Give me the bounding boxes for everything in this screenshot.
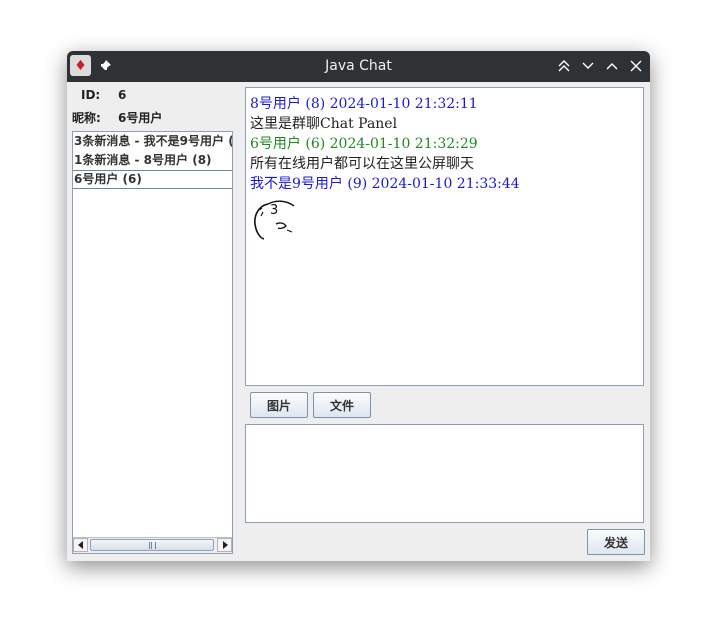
double-chevron-up-icon <box>558 60 570 72</box>
conversation-item-user-8[interactable]: 1条新消息 - 8号用户 (8) <box>73 151 232 170</box>
grip-icon <box>148 541 156 549</box>
message-header: 6号用户 (6) 2024-01-10 21:32:29 <box>250 136 478 152</box>
horizontal-scrollbar[interactable] <box>73 537 232 553</box>
message-header: 我不是9号用户 (9) 2024-01-10 21:33:44 <box>250 176 520 192</box>
conversation-list[interactable]: 3条新消息 - 我不是9号用户 (9) 1条新消息 - 8号用户 (8) 6号用… <box>72 131 233 554</box>
id-label: ID: <box>81 88 101 102</box>
conversation-item-group-9[interactable]: 3条新消息 - 我不是9号用户 (9) <box>73 132 232 151</box>
send-image-button[interactable]: 图片 <box>250 392 308 418</box>
title-bar[interactable]: ♦ Java Chat <box>67 51 650 82</box>
close-icon <box>630 60 642 72</box>
message-body: 这里是群聊Chat Panel <box>250 116 398 132</box>
scroll-left-button[interactable] <box>73 538 88 552</box>
nickname-value: 6号用户 <box>118 111 163 125</box>
maximize-button[interactable] <box>605 59 619 73</box>
chat-window: ♦ Java Chat ID: 6 昵称: 6号用户 3条新消息 - 我不是9号… <box>67 51 650 561</box>
conversation-item-user-6[interactable]: 6号用户 (6) <box>73 170 232 189</box>
svg-text:3: 3 <box>270 203 278 218</box>
sticker-image: 3 <box>250 192 298 240</box>
chevron-down-icon <box>582 62 594 69</box>
send-button[interactable]: 发送 <box>587 529 645 555</box>
message-body: 所有在线用户都可以在这里公屏聊天 <box>250 156 474 172</box>
id-value: 6 <box>118 88 127 102</box>
arrow-right-icon <box>222 541 228 549</box>
chevron-up-icon <box>606 63 618 70</box>
nickname-label: 昵称: <box>72 111 101 125</box>
arrow-left-icon <box>77 541 83 549</box>
scroll-right-button[interactable] <box>217 538 232 552</box>
close-button[interactable] <box>629 59 643 73</box>
message-header: 8号用户 (8) 2024-01-10 21:32:11 <box>250 96 478 112</box>
scrollbar-thumb[interactable] <box>90 539 214 551</box>
message-input[interactable] <box>245 424 644 523</box>
chat-message-panel[interactable]: 8号用户 (8) 2024-01-10 21:32:11 这里是群聊Chat P… <box>245 87 644 386</box>
send-file-button[interactable]: 文件 <box>313 392 371 418</box>
minimize-button[interactable] <box>581 59 595 73</box>
keep-above-button[interactable] <box>557 59 571 73</box>
